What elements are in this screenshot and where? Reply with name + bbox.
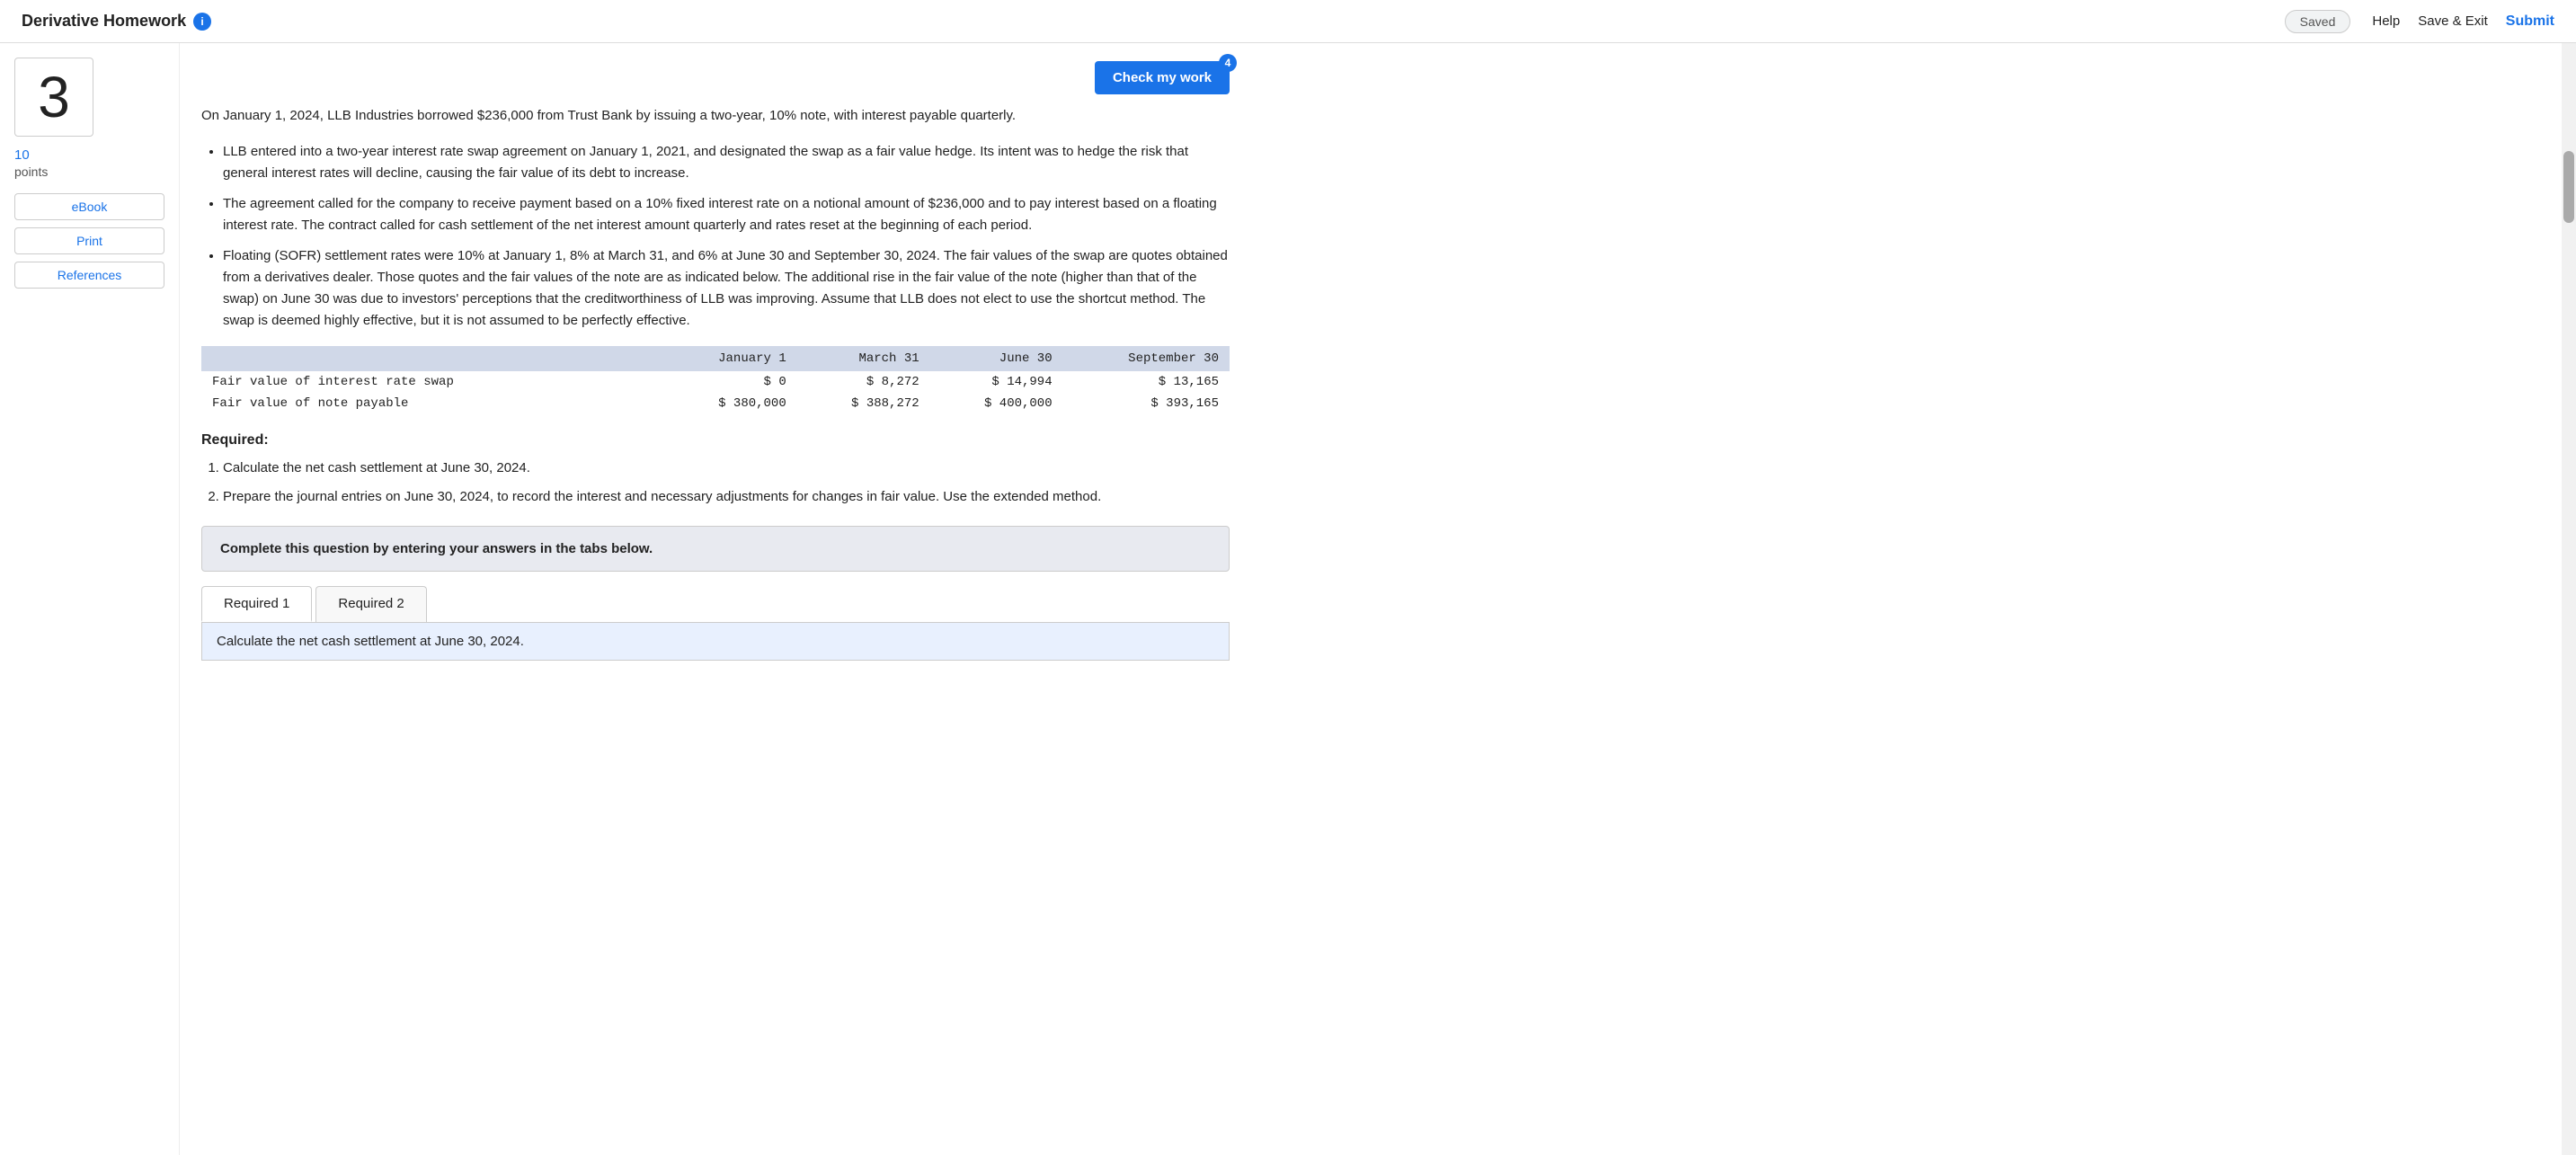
note-label: Fair value of note payable bbox=[201, 393, 664, 414]
note-jan1: $ 380,000 bbox=[664, 393, 797, 414]
check-work-badge: 4 bbox=[1219, 54, 1237, 72]
fair-value-table: January 1 March 31 June 30 September 30 … bbox=[201, 346, 1230, 414]
note-sep30: $ 393,165 bbox=[1063, 393, 1230, 414]
swap-jan1: $ 0 bbox=[664, 371, 797, 393]
swap-jun30: $ 14,994 bbox=[930, 371, 1063, 393]
submit-button[interactable]: Submit bbox=[2506, 13, 2554, 30]
required-heading: Required: bbox=[201, 432, 1230, 449]
note-mar31: $ 388,272 bbox=[797, 393, 930, 414]
bullet-list: LLB entered into a two-year interest rat… bbox=[223, 141, 1230, 332]
scrollbar[interactable] bbox=[2562, 43, 2576, 1155]
bullet-item-3: Floating (SOFR) settlement rates were 10… bbox=[223, 245, 1230, 332]
help-link[interactable]: Help bbox=[2372, 13, 2400, 29]
swap-label: Fair value of interest rate swap bbox=[201, 371, 664, 393]
check-work-container: Check my work 4 bbox=[201, 61, 1230, 94]
required-list: Calculate the net cash settlement at Jun… bbox=[223, 458, 1230, 508]
bullet-item-1: LLB entered into a two-year interest rat… bbox=[223, 141, 1230, 184]
col-header-jan1: January 1 bbox=[664, 346, 797, 371]
col-header-label bbox=[201, 346, 664, 371]
print-button[interactable]: Print bbox=[14, 227, 164, 254]
saved-badge: Saved bbox=[2285, 10, 2351, 33]
question-number-box: 3 bbox=[14, 58, 93, 137]
table-row-swap: Fair value of interest rate swap $ 0 $ 8… bbox=[201, 371, 1230, 393]
points-value: 10 bbox=[14, 147, 164, 163]
question-number: 3 bbox=[38, 64, 70, 130]
tab-content-text: Calculate the net cash settlement at Jun… bbox=[217, 634, 524, 649]
data-table-wrapper: January 1 March 31 June 30 September 30 … bbox=[201, 346, 1230, 414]
content-area: Check my work 4 On January 1, 2024, LLB … bbox=[180, 43, 1258, 1155]
required-item-2: Prepare the journal entries on June 30, … bbox=[223, 486, 1230, 508]
references-button[interactable]: References bbox=[14, 262, 164, 289]
scrollbar-thumb[interactable] bbox=[2563, 151, 2574, 223]
required-item-1: Calculate the net cash settlement at Jun… bbox=[223, 458, 1230, 479]
tab-required-2[interactable]: Required 2 bbox=[315, 586, 426, 622]
note-jun30: $ 400,000 bbox=[930, 393, 1063, 414]
ebook-button[interactable]: eBook bbox=[14, 193, 164, 220]
question-intro: On January 1, 2024, LLB Industries borro… bbox=[201, 105, 1230, 127]
tab-required-1[interactable]: Required 1 bbox=[201, 586, 312, 622]
complete-box-text: Complete this question by entering your … bbox=[220, 541, 653, 556]
tabs-container: Required 1 Required 2 bbox=[201, 586, 1230, 623]
main-container: 3 10 points eBook Print References Check… bbox=[0, 43, 2576, 1155]
page-title: Derivative Homework bbox=[22, 12, 186, 31]
points-label: points bbox=[14, 164, 164, 179]
sidebar: 3 10 points eBook Print References bbox=[0, 43, 180, 1155]
info-icon[interactable]: i bbox=[193, 13, 211, 31]
check-work-button[interactable]: Check my work bbox=[1095, 61, 1230, 94]
swap-sep30: $ 13,165 bbox=[1063, 371, 1230, 393]
header: Derivative Homework i Saved Help Save & … bbox=[0, 0, 2576, 43]
col-header-jun30: June 30 bbox=[930, 346, 1063, 371]
swap-mar31: $ 8,272 bbox=[797, 371, 930, 393]
save-exit-button[interactable]: Save & Exit bbox=[2418, 13, 2488, 29]
header-title: Derivative Homework i bbox=[22, 12, 211, 31]
col-header-mar31: March 31 bbox=[797, 346, 930, 371]
table-row-note: Fair value of note payable $ 380,000 $ 3… bbox=[201, 393, 1230, 414]
tab-content-area: Calculate the net cash settlement at Jun… bbox=[201, 623, 1230, 661]
bullet-item-2: The agreement called for the company to … bbox=[223, 193, 1230, 236]
col-header-sep30: September 30 bbox=[1063, 346, 1230, 371]
complete-box: Complete this question by entering your … bbox=[201, 526, 1230, 572]
